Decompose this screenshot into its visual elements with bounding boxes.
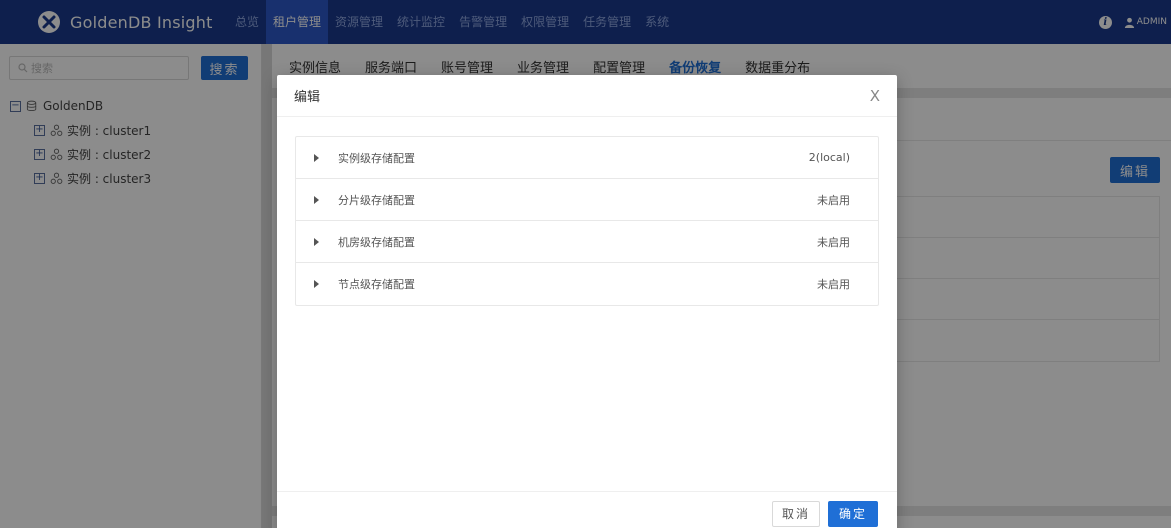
panel-label: 节点级存储配置 <box>338 278 415 291</box>
panel-node-storage[interactable]: 节点级存储配置 未启用 <box>296 263 878 305</box>
panel-status: 未启用 <box>817 193 850 207</box>
panel-status: 未启用 <box>817 235 850 249</box>
caret-right-icon[interactable] <box>314 153 319 162</box>
modal-footer: 取消 确定 <box>277 491 897 528</box>
caret-right-icon[interactable] <box>314 237 319 246</box>
panel-header: 分片级存储配置 <box>314 192 415 208</box>
modal-title: 编辑 <box>294 90 321 105</box>
caret-right-icon[interactable] <box>314 280 319 288</box>
panel-datacenter-storage[interactable]: 机房级存储配置 未启用 <box>296 221 878 263</box>
confirm-button[interactable]: 确定 <box>828 500 878 527</box>
storage-config-collapse: 实例级存储配置 2(local) 分片级存储配置 未启用 机房级存储配置 未启用 <box>295 136 879 306</box>
panel-header: 实例级存储配置 <box>314 150 415 166</box>
panel-shard-storage[interactable]: 分片级存储配置 未启用 <box>296 179 878 221</box>
panel-label: 机房级存储配置 <box>338 235 415 249</box>
panel-header: 机房级存储配置 <box>314 234 415 250</box>
cancel-button[interactable]: 取消 <box>772 500 820 527</box>
panel-status: 2(local) <box>808 151 850 164</box>
panel-label: 分片级存储配置 <box>338 193 415 207</box>
panel-header: 节点级存储配置 <box>314 276 415 292</box>
panel-status: 未启用 <box>817 278 850 291</box>
panel-label: 实例级存储配置 <box>338 151 415 165</box>
modal-header: 编辑 X <box>277 75 897 117</box>
modal-body: 实例级存储配置 2(local) 分片级存储配置 未启用 机房级存储配置 未启用 <box>277 117 897 306</box>
close-icon[interactable]: X <box>870 87 880 105</box>
edit-modal: 编辑 X 实例级存储配置 2(local) 分片级存储配置 未启用 机房级存储配… <box>277 75 897 528</box>
caret-right-icon[interactable] <box>314 195 319 204</box>
panel-instance-storage[interactable]: 实例级存储配置 2(local) <box>296 137 878 179</box>
